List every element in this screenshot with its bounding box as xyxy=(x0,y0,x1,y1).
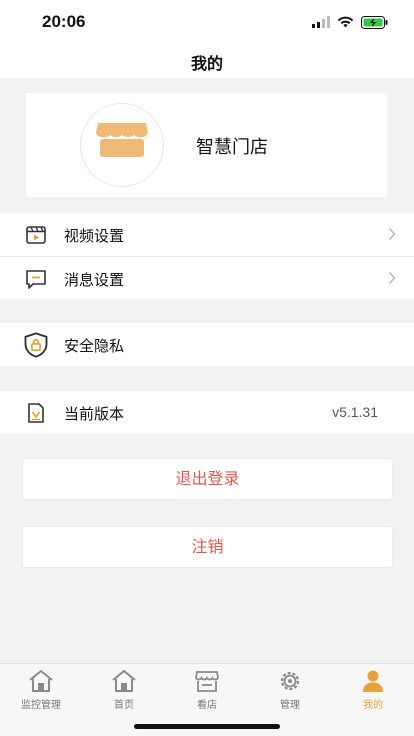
store-name: 智慧门店 xyxy=(196,137,268,158)
version-doc-icon xyxy=(28,403,44,423)
video-settings-label: 视频设置 xyxy=(64,227,125,245)
status-icons xyxy=(312,14,388,30)
version-group: 当前版本 v5.1.31 xyxy=(0,391,414,434)
gear-icon xyxy=(280,671,300,691)
tab-manage[interactable]: 管理 xyxy=(249,668,331,714)
tab-label: 看店 xyxy=(197,700,217,711)
privacy-group: 安全隐私 xyxy=(0,323,414,366)
shield-lock-icon xyxy=(24,332,48,358)
privacy-label: 安全隐私 xyxy=(64,337,125,355)
settings-group: 视频设置 消息设置 xyxy=(0,213,414,299)
tab-store[interactable]: 看店 xyxy=(166,668,248,714)
tab-mine[interactable]: 我的 xyxy=(332,668,414,714)
version-row: 当前版本 v5.1.31 xyxy=(0,391,414,434)
logout-button[interactable]: 退出登录 xyxy=(22,458,393,500)
nav-bar: 我的 xyxy=(0,44,414,78)
house-icon xyxy=(29,670,53,692)
signal-icon xyxy=(312,16,330,28)
version-label: 当前版本 xyxy=(64,405,125,423)
home-indicator[interactable] xyxy=(134,724,280,729)
status-bar: 20:06 xyxy=(0,0,414,44)
tab-label: 监控管理 xyxy=(21,700,61,711)
profile-section: 智慧门店 xyxy=(0,78,414,210)
video-settings-row[interactable]: 视频设置 xyxy=(0,213,414,256)
page-title: 我的 xyxy=(190,54,223,73)
chevron-right-icon xyxy=(388,228,396,240)
message-settings-icon xyxy=(26,270,46,289)
store-icon xyxy=(195,671,219,692)
tab-monitor[interactable]: 监控管理 xyxy=(0,668,82,714)
video-settings-icon xyxy=(26,226,46,244)
message-settings-label: 消息设置 xyxy=(64,271,125,289)
tab-home[interactable]: 首页 xyxy=(83,668,165,714)
battery-charging-icon xyxy=(361,15,388,29)
store-avatar xyxy=(80,103,164,187)
privacy-row[interactable]: 安全隐私 xyxy=(0,323,414,366)
message-settings-row[interactable]: 消息设置 xyxy=(0,256,414,299)
version-value: v5.1.31 xyxy=(332,404,378,420)
tab-label: 管理 xyxy=(280,700,300,711)
wifi-icon xyxy=(337,16,354,28)
chevron-right-icon xyxy=(388,272,396,284)
status-time: 20:06 xyxy=(42,12,86,31)
profile-card[interactable]: 智慧门店 xyxy=(26,93,387,197)
cancel-account-button[interactable]: 注销 xyxy=(22,526,393,568)
house-icon xyxy=(112,670,136,692)
person-icon xyxy=(363,670,383,692)
tab-label: 首页 xyxy=(114,700,134,711)
store-icon xyxy=(96,123,148,157)
tab-label: 我的 xyxy=(363,700,383,711)
